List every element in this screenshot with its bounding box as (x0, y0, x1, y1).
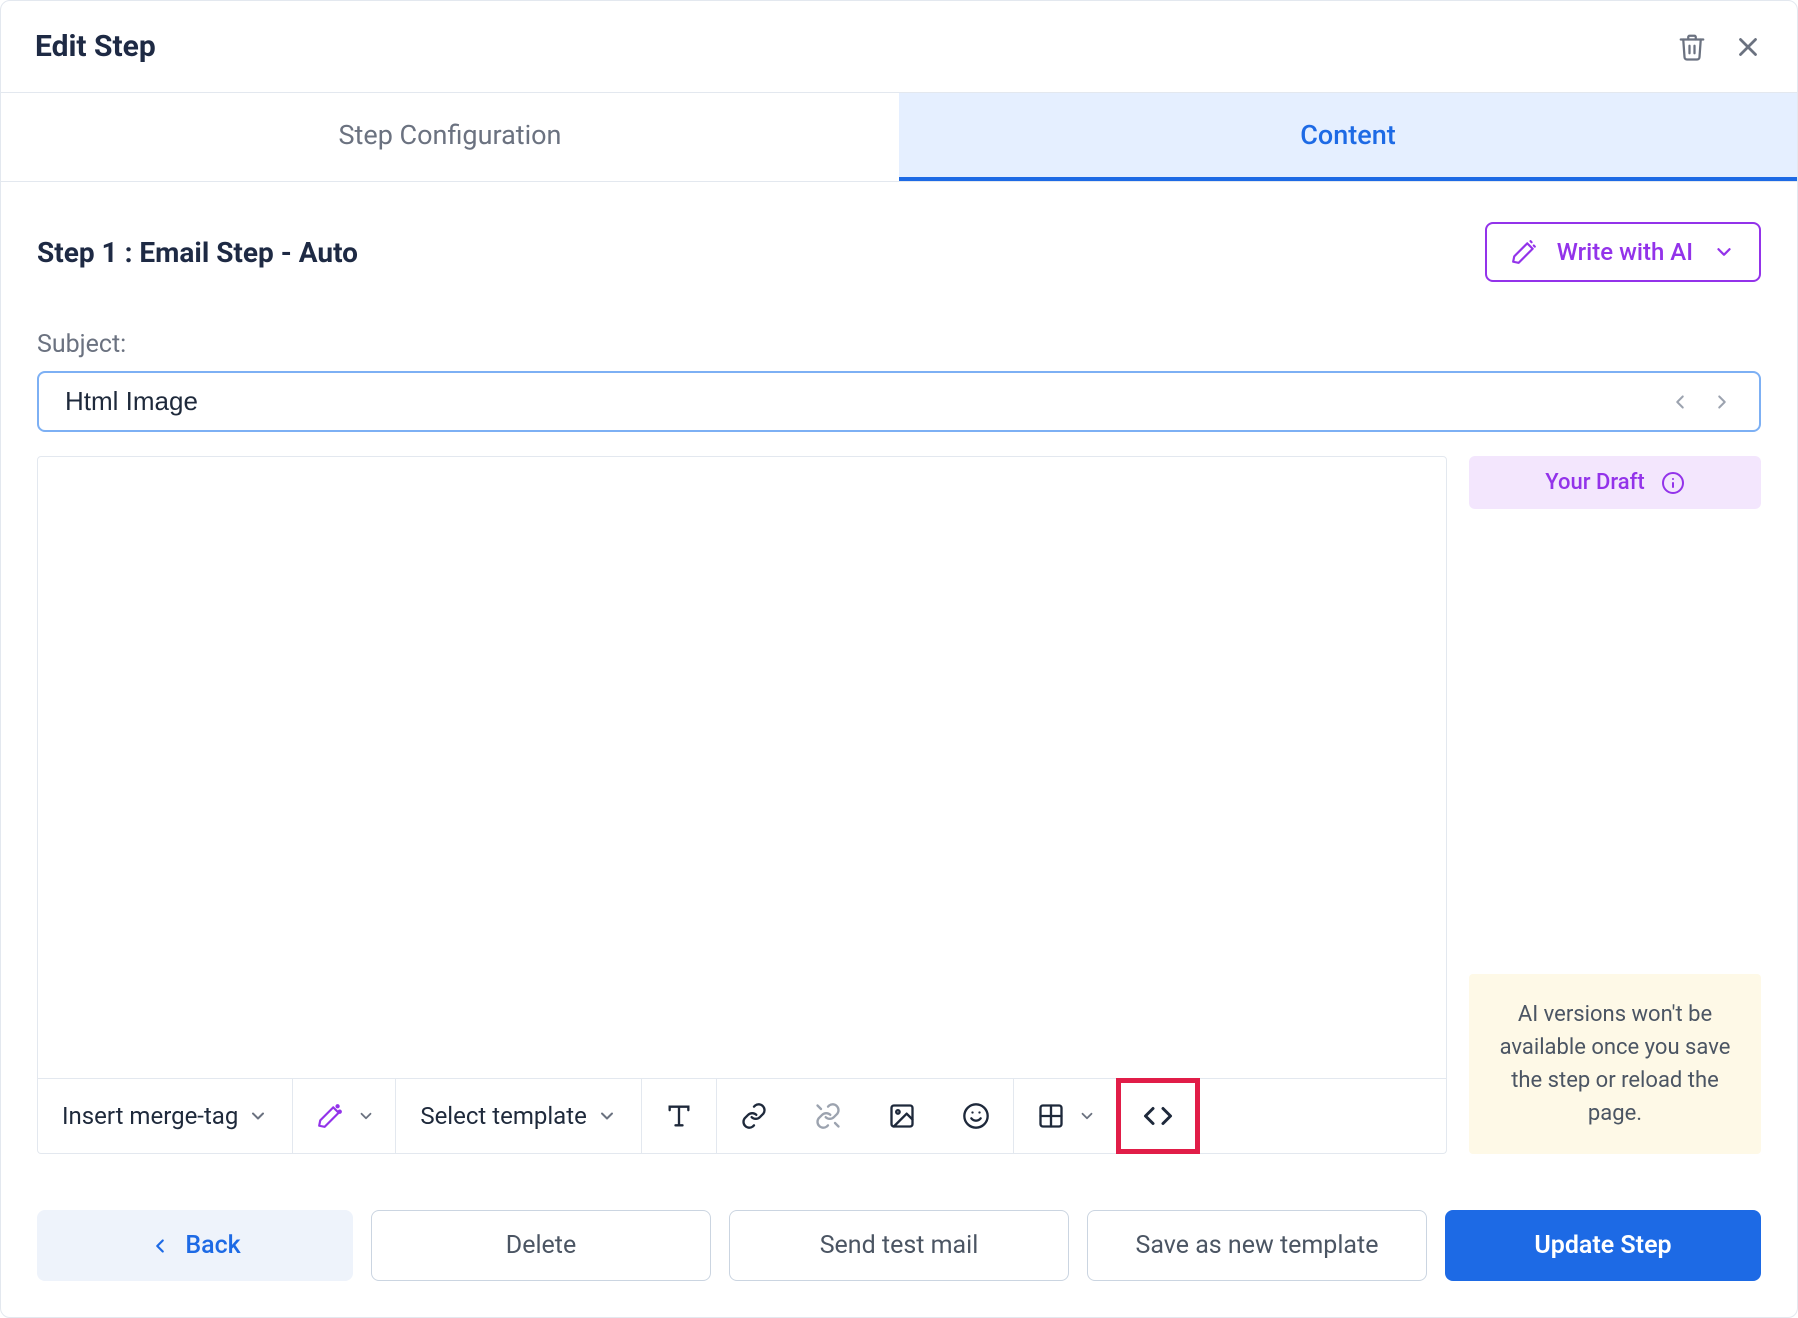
insert-merge-tag-button[interactable]: Insert merge-tag (38, 1086, 292, 1146)
code-view-button[interactable] (1121, 1083, 1195, 1149)
image-button[interactable] (865, 1083, 939, 1149)
step-label: Step 1 : Email Step - Auto (37, 236, 358, 269)
ai-assist-button[interactable] (293, 1083, 395, 1149)
update-step-button[interactable]: Update Step (1445, 1210, 1761, 1281)
save-as-template-button[interactable]: Save as new template (1087, 1210, 1427, 1281)
code-view-button-highlight (1116, 1078, 1200, 1154)
editor-row: Insert merge-tag (37, 456, 1761, 1154)
emoji-button[interactable] (939, 1083, 1013, 1149)
editor-toolbar: Insert merge-tag (37, 1079, 1447, 1154)
send-test-mail-button[interactable]: Send test mail (729, 1210, 1069, 1281)
tabs: Step Configuration Content (1, 93, 1797, 182)
code-icon (1141, 1099, 1175, 1133)
email-body-editor[interactable] (37, 456, 1447, 1079)
link-button[interactable] (717, 1083, 791, 1149)
edit-step-modal: Edit Step Step Configuration Content Ste… (0, 0, 1798, 1318)
close-icon[interactable] (1733, 32, 1763, 62)
write-with-ai-button[interactable]: Write with AI (1485, 222, 1761, 282)
table-icon (1034, 1099, 1068, 1133)
select-template-button[interactable]: Select template (396, 1086, 640, 1146)
magic-wand-icon (1511, 239, 1537, 265)
save-template-label: Save as new template (1136, 1231, 1379, 1260)
text-format-button[interactable] (642, 1083, 716, 1149)
chevron-left-icon (149, 1235, 171, 1257)
magic-wand-icon (313, 1099, 347, 1133)
tab-step-configuration[interactable]: Step Configuration (1, 93, 899, 181)
subject-input[interactable] (63, 385, 1659, 418)
back-button[interactable]: Back (37, 1210, 353, 1281)
chevron-down-icon (597, 1106, 617, 1126)
chevron-down-icon (1713, 241, 1735, 263)
image-icon (885, 1099, 919, 1133)
modal-footer: Back Delete Send test mail Save as new t… (1, 1184, 1797, 1317)
modal-body: Step 1 : Email Step - Auto Write with AI… (1, 182, 1797, 1184)
subject-prev-icon[interactable] (1659, 391, 1701, 413)
subject-field[interactable] (37, 371, 1761, 432)
side-column: Your Draft AI versions won't be availabl… (1469, 456, 1761, 1154)
your-draft-label: Your Draft (1545, 470, 1644, 495)
delete-icon[interactable] (1677, 32, 1707, 62)
subject-label: Subject: (37, 330, 1761, 359)
text-icon (662, 1099, 696, 1133)
header-actions (1677, 32, 1763, 62)
send-test-label: Send test mail (820, 1231, 979, 1260)
emoji-icon (959, 1099, 993, 1133)
delete-label: Delete (506, 1231, 576, 1260)
chevron-down-icon (357, 1107, 375, 1125)
chevron-down-icon (248, 1106, 268, 1126)
info-icon (1661, 471, 1685, 495)
write-with-ai-label: Write with AI (1557, 238, 1693, 266)
unlink-icon (811, 1099, 845, 1133)
delete-button[interactable]: Delete (371, 1210, 711, 1281)
step-name: Email Step - Auto (139, 236, 358, 269)
link-icon (737, 1099, 771, 1133)
subject-next-icon[interactable] (1701, 391, 1743, 413)
tab-content[interactable]: Content (899, 93, 1797, 181)
ai-warning-box: AI versions won't be available once you … (1469, 974, 1761, 1154)
table-button[interactable] (1014, 1083, 1116, 1149)
select-template-label: Select template (420, 1102, 586, 1130)
editor-column: Insert merge-tag (37, 456, 1447, 1154)
insert-merge-tag-label: Insert merge-tag (62, 1102, 238, 1130)
back-label: Back (185, 1231, 240, 1260)
modal-title: Edit Step (35, 29, 156, 64)
your-draft-badge[interactable]: Your Draft (1469, 456, 1761, 509)
update-step-label: Update Step (1534, 1231, 1671, 1260)
chevron-down-icon (1078, 1107, 1096, 1125)
modal-header: Edit Step (1, 1, 1797, 93)
unlink-button[interactable] (791, 1083, 865, 1149)
step-header-row: Step 1 : Email Step - Auto Write with AI (37, 222, 1761, 282)
step-prefix: Step 1 : (37, 236, 139, 269)
